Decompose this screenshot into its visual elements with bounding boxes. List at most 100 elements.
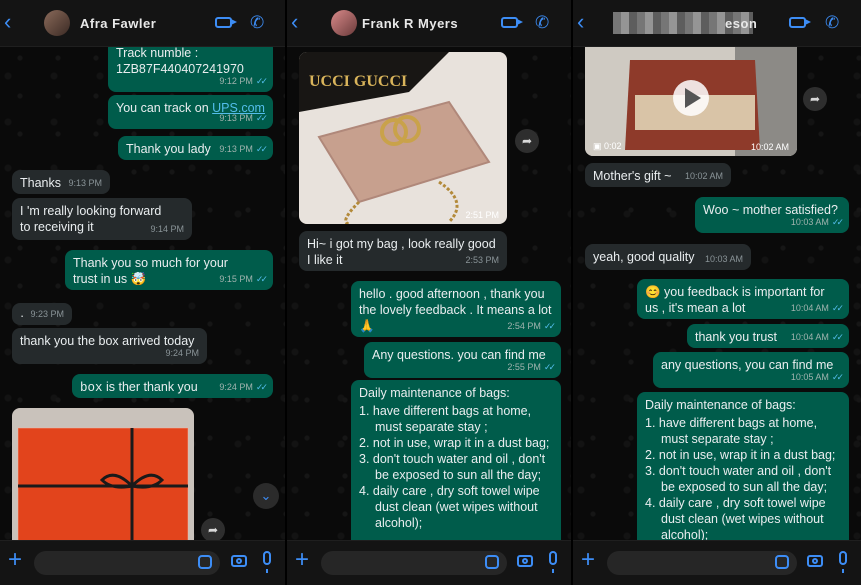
forward-icon[interactable]: ➦ — [515, 129, 539, 153]
message-text: Thank you lady — [126, 142, 211, 156]
message-bubble[interactable]: Track numble : 1ZB87F440407241970 9:12 P… — [108, 40, 273, 92]
scroll-down-icon[interactable]: ⌄ — [253, 483, 279, 509]
message-bubble[interactable]: Thanks 9:13 PM — [12, 170, 110, 194]
mic-icon[interactable] — [263, 551, 271, 573]
box-photo[interactable] — [12, 408, 194, 548]
message-time: 2:51 PM — [465, 210, 499, 220]
message-input[interactable] — [607, 551, 797, 575]
message-time: 10:03 AM — [704, 254, 743, 264]
message-text: box — [80, 381, 103, 395]
message-bubble[interactable]: I 'm really looking forward to receiving… — [12, 198, 192, 240]
message-meta: 2:53 PM — [465, 252, 499, 268]
forward-icon[interactable]: ➦ — [201, 518, 225, 542]
phone-icon[interactable]: ✆ — [535, 14, 549, 32]
sticker-icon[interactable] — [485, 555, 499, 569]
chat-header: ‹ Afra Fawler ✆ — [0, 0, 285, 47]
plus-icon[interactable]: + — [8, 548, 22, 572]
contact-name[interactable]: Frank R Myers — [362, 16, 458, 31]
forward-icon[interactable]: ➦ — [803, 87, 827, 111]
message-time: 9:24 PM — [165, 348, 199, 358]
sticker-icon[interactable] — [775, 555, 789, 569]
video-duration-text: 0:02 — [604, 141, 622, 151]
message-meta: 10:04 AM ✓✓ — [790, 329, 844, 345]
message-bubble[interactable]: · 9:23 PM — [12, 303, 72, 325]
message-time: 9:15 PM — [219, 274, 253, 284]
list-item: 2. not in use, wrap it in a dust bag; — [359, 436, 550, 450]
maintenance-message[interactable]: Daily maintenance of bags: 1. have diffe… — [351, 380, 561, 550]
plus-icon[interactable]: + — [581, 548, 595, 572]
maintenance-list: 1. have different bags at home, must sep… — [359, 403, 553, 531]
message-bubble[interactable]: 😊 you feedback is important for us , it'… — [637, 279, 849, 319]
read-receipt-icon: ✓✓ — [255, 113, 268, 123]
list-item: 1. have different bags at home, must sep… — [645, 416, 818, 446]
avatar[interactable] — [331, 10, 357, 36]
message-bubble[interactable]: Thank you so much for your trust in us 🤯… — [65, 250, 273, 290]
chat-header: ‹ Frank R Myers ✆ — [287, 0, 571, 47]
message-bubble[interactable]: hello . good afternoon , thank you the l… — [351, 281, 561, 337]
message-text: Mother's gift ~ — [593, 169, 672, 183]
message-meta: 2:55 PM ✓✓ — [507, 359, 556, 375]
box-photo-image — [17, 427, 189, 548]
read-receipt-icon: ✓✓ — [543, 362, 556, 372]
message-meta: 10:03 AM — [705, 251, 743, 267]
bag-photo[interactable]: UCCI GUCCI 2:51 PM — [299, 52, 507, 224]
message-bubble[interactable]: any questions, you can find me 10:05 AM ✓… — [653, 352, 849, 388]
message-text: Track numble : — [116, 46, 199, 60]
mic-icon[interactable] — [549, 551, 557, 573]
message-bubble[interactable]: Thank you lady 9:13 PM ✓✓ — [118, 136, 273, 160]
camera-icon[interactable] — [807, 555, 823, 567]
message-time: 2:54 PM — [507, 321, 541, 331]
message-text: Thank you so much for your trust in us 🤯 — [73, 256, 228, 286]
video-call-icon[interactable] — [789, 17, 811, 28]
phone-icon[interactable]: ✆ — [250, 14, 264, 32]
list-item: 4. daily care , dry soft towel wipe dust… — [645, 496, 826, 542]
plus-icon[interactable]: + — [295, 548, 309, 572]
message-bubble[interactable]: box is ther thank you 9:24 PM ✓✓ — [72, 374, 273, 398]
message-meta: 9:13 PM — [68, 175, 102, 191]
sticker-icon[interactable] — [198, 555, 212, 569]
message-meta: 9:12 PM ✓✓ — [219, 73, 268, 89]
message-input[interactable] — [321, 551, 507, 575]
back-chevron-icon[interactable]: ‹ — [291, 11, 298, 33]
contact-name[interactable]: Afra Fawler — [80, 16, 156, 31]
camera-icon[interactable] — [231, 555, 247, 567]
message-bubble[interactable]: Any questions. you can find me 2:55 PM ✓✓ — [364, 342, 561, 378]
video-message[interactable]: ▣ 0:02 10:02 AM — [585, 40, 797, 156]
message-input[interactable] — [34, 551, 220, 575]
chat-input-bar: + — [573, 540, 861, 585]
avatar[interactable] — [44, 10, 70, 36]
read-receipt-icon: ✓✓ — [255, 144, 268, 154]
message-bubble[interactable]: You can track on UPS.com 9:13 PM ✓✓ — [108, 95, 273, 129]
message-bubble[interactable]: thank you the box arrived today 9:24 PM — [12, 328, 207, 364]
back-chevron-icon[interactable]: ‹ — [4, 11, 11, 33]
mic-icon[interactable] — [839, 551, 847, 573]
message-time: 2:55 PM — [507, 362, 541, 372]
bag-video-thumbnail — [585, 40, 797, 156]
message-time: 9:12 PM — [219, 76, 253, 86]
back-chevron-icon[interactable]: ‹ — [577, 11, 584, 33]
contact-name[interactable]: eson — [725, 16, 757, 31]
message-time: 9:13 PM — [219, 144, 253, 154]
phone-icon[interactable]: ✆ — [825, 14, 839, 32]
message-bubble[interactable]: yeah, good quality 10:03 AM — [585, 244, 751, 270]
message-time: 9:23 PM — [30, 309, 64, 319]
list-item: 4. daily care , dry soft towel wipe dust… — [359, 484, 540, 530]
message-bubble[interactable]: thank you trust 10:04 AM ✓✓ — [687, 324, 849, 348]
camera-icon[interactable] — [517, 555, 533, 567]
list-item: 3. don't touch water and oil , don't be … — [359, 452, 546, 482]
message-bubble[interactable]: Hi~ i got my bag , look really good I li… — [299, 231, 507, 271]
video-call-icon[interactable] — [215, 17, 237, 28]
chat-panel-1: ‹ Afra Fawler ✆ Track numble : 1ZB87F440… — [0, 0, 285, 585]
message-meta: 10:05 AM ✓✓ — [791, 369, 844, 385]
chat-header: ‹ eson ✆ — [573, 0, 861, 47]
message-time: 10:04 AM — [790, 332, 829, 342]
message-bubble[interactable]: Woo ~ mother satisfied? 10:03 AM ✓✓ — [695, 197, 849, 233]
maintenance-message[interactable]: Daily maintenance of bags: 1. have diffe… — [637, 392, 849, 552]
message-bubble[interactable]: Mother's gift ~ 10:02 AM — [585, 163, 731, 187]
message-meta: 9:13 PM ✓✓ — [219, 110, 268, 126]
maintenance-list: 1. have different bags at home, must sep… — [645, 415, 841, 543]
message-time: 9:14 PM — [150, 224, 184, 234]
chat-input-bar: + — [287, 540, 571, 585]
video-call-icon[interactable] — [501, 17, 523, 28]
message-text: yeah, good quality — [593, 250, 695, 264]
